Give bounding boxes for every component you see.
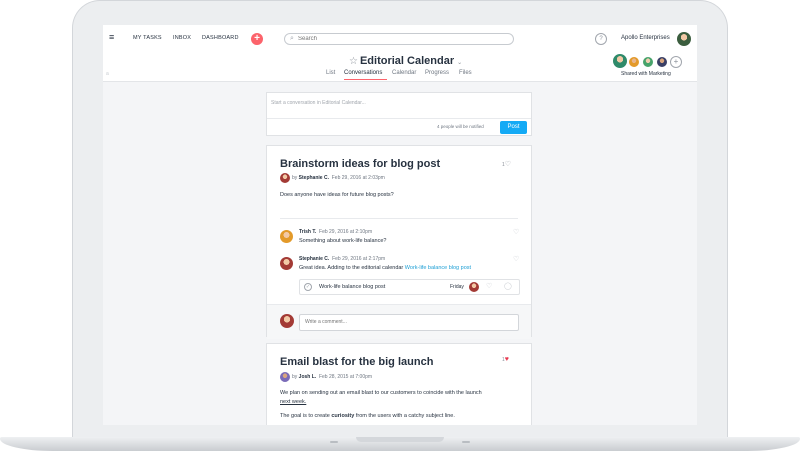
member-avatar[interactable] xyxy=(628,56,640,68)
comment-heart-icon[interactable]: ♡ xyxy=(513,228,519,236)
linked-task[interactable]: ✓ Work-life balance blog post Friday ♡ ◯ xyxy=(299,279,520,295)
thread-title[interactable]: Brainstorm ideas for blog post xyxy=(280,158,440,170)
conversation-thread: Brainstorm ideas for blog post 1♡ by Ste… xyxy=(266,145,532,339)
member-avatar[interactable] xyxy=(642,56,654,68)
organization-name[interactable]: Apollo Enterprises xyxy=(621,35,670,41)
top-bar: ≡ MY TASKS INBOX DASHBOARD + ⌕ ? Apollo … xyxy=(103,25,697,54)
tab-conversations[interactable]: Conversations xyxy=(344,70,382,76)
comment-text-content: Great idea. Adding to the editorial cale… xyxy=(299,265,405,271)
author-avatar[interactable] xyxy=(280,173,290,183)
hinge-mark xyxy=(462,441,470,443)
heart-icon: ♡ xyxy=(504,161,512,168)
divider xyxy=(267,118,531,119)
member-avatar[interactable] xyxy=(612,53,628,69)
member-avatar[interactable] xyxy=(656,56,668,68)
commenter-name[interactable]: Stephanie C. xyxy=(299,256,329,262)
like-button[interactable]: 1♡ xyxy=(502,160,511,168)
by-word: by xyxy=(292,175,298,181)
assignee-avatar[interactable] xyxy=(469,282,479,292)
comment-text: Great idea. Adding to the editorial cale… xyxy=(299,265,471,271)
task-due-date: Friday xyxy=(450,284,464,290)
task-checkbox[interactable]: ✓ xyxy=(304,283,312,291)
by-word: by xyxy=(292,374,298,380)
comment-meta: Trish T. Feb 29, 2016 at 2:10pm xyxy=(299,229,372,235)
heart-filled-icon: ♥ xyxy=(504,356,509,363)
tab-list[interactable]: List xyxy=(326,70,335,76)
thread-byline: by Stephanie C. Feb 29, 2016 at 2:03pm xyxy=(292,175,385,181)
thread-body: Does anyone have ideas for future blog p… xyxy=(280,192,394,198)
conversation-composer: Start a conversation in Editorial Calend… xyxy=(266,92,532,136)
comment-composer xyxy=(267,304,531,339)
comment-box[interactable] xyxy=(299,314,519,331)
tab-calendar[interactable]: Calendar xyxy=(392,70,416,76)
project-title-text: Editorial Calendar xyxy=(359,55,455,67)
notify-count: 4 people will be notified xyxy=(437,124,484,129)
task-link[interactable]: Work-life balance blog post xyxy=(405,265,471,271)
author-name[interactable]: Josh L. xyxy=(299,374,317,380)
help-icon[interactable]: ? xyxy=(595,33,607,45)
commenter-avatar[interactable] xyxy=(280,257,293,270)
comment-heart-icon[interactable]: ♡ xyxy=(513,255,519,263)
nav-my-tasks[interactable]: MY TASKS xyxy=(133,35,162,41)
add-member-icon[interactable]: + xyxy=(670,56,682,68)
task-heart-icon[interactable]: ♡ xyxy=(486,282,492,290)
comment-text: Something about work-life balance? xyxy=(299,238,387,244)
post-button[interactable]: Post xyxy=(500,121,527,134)
shared-with-label: Shared with Marketing xyxy=(621,71,671,77)
comment-date: Feb 29, 2016 at 2:10pm xyxy=(319,229,373,235)
quick-add-button[interactable]: + xyxy=(251,33,263,45)
hinge-mark xyxy=(330,441,338,443)
tab-progress[interactable]: Progress xyxy=(425,70,449,76)
corner-indicator: a xyxy=(106,71,109,77)
project-header: a ☆ Editorial Calendar ⌄ List Conversation… xyxy=(103,53,697,82)
app-screen: ≡ MY TASKS INBOX DASHBOARD + ⌕ ? Apollo … xyxy=(103,25,697,425)
post-date: Feb 29, 2016 at 2:03pm xyxy=(331,175,385,181)
composer-input[interactable]: Start a conversation in Editorial Calend… xyxy=(271,100,366,106)
star-icon[interactable]: ☆ xyxy=(349,56,358,67)
nav-inbox[interactable]: INBOX xyxy=(173,35,191,41)
thread-title[interactable]: Email blast for the big launch xyxy=(280,356,433,368)
search-icon: ⌕ xyxy=(290,35,294,42)
comment-input[interactable] xyxy=(305,319,505,325)
author-name[interactable]: Stephanie C. xyxy=(299,175,329,181)
search-bar[interactable]: ⌕ xyxy=(284,33,514,45)
tab-files[interactable]: Files xyxy=(459,70,472,76)
active-tab-indicator xyxy=(344,79,387,80)
body-segment: from the users with a catchy subject lin… xyxy=(354,413,455,419)
divider xyxy=(280,218,518,219)
thread-byline: by Josh L. Feb 28, 2015 at 7:00pm xyxy=(292,374,372,380)
menu-icon[interactable]: ≡ xyxy=(109,33,117,42)
like-button[interactable]: 1♥ xyxy=(502,356,509,363)
body-segment: The goal is to create xyxy=(280,413,332,419)
comment-meta: Stephanie C. Feb 29, 2016 at 2:17pm xyxy=(299,256,385,262)
task-name[interactable]: Work-life balance blog post xyxy=(319,284,385,290)
project-title[interactable]: ☆ Editorial Calendar ⌄ xyxy=(349,55,462,67)
commenter-name[interactable]: Trish T. xyxy=(299,229,316,235)
commenter-avatar[interactable] xyxy=(280,230,293,243)
task-comment-icon[interactable]: ◯ xyxy=(504,282,512,290)
thread-body: We plan on sending out an email blast to… xyxy=(280,390,482,396)
thread-body: The goal is to create curiosity from the… xyxy=(280,413,455,419)
user-avatar[interactable] xyxy=(677,32,691,46)
post-date: Feb 28, 2015 at 7:00pm xyxy=(318,374,373,380)
thread-body-emphasis: next week. xyxy=(280,399,307,405)
conversation-thread: Email blast for the big launch 1♥ by Jos… xyxy=(266,343,532,425)
chevron-down-icon[interactable]: ⌄ xyxy=(457,60,462,66)
body-bold: curiosity xyxy=(331,413,355,419)
laptop-notch xyxy=(356,437,444,442)
search-input[interactable] xyxy=(298,35,498,43)
current-user-avatar xyxy=(280,314,294,328)
nav-dashboard[interactable]: DASHBOARD xyxy=(202,35,239,41)
author-avatar[interactable] xyxy=(280,372,290,382)
comment-date: Feb 29, 2016 at 2:17pm xyxy=(332,256,386,262)
